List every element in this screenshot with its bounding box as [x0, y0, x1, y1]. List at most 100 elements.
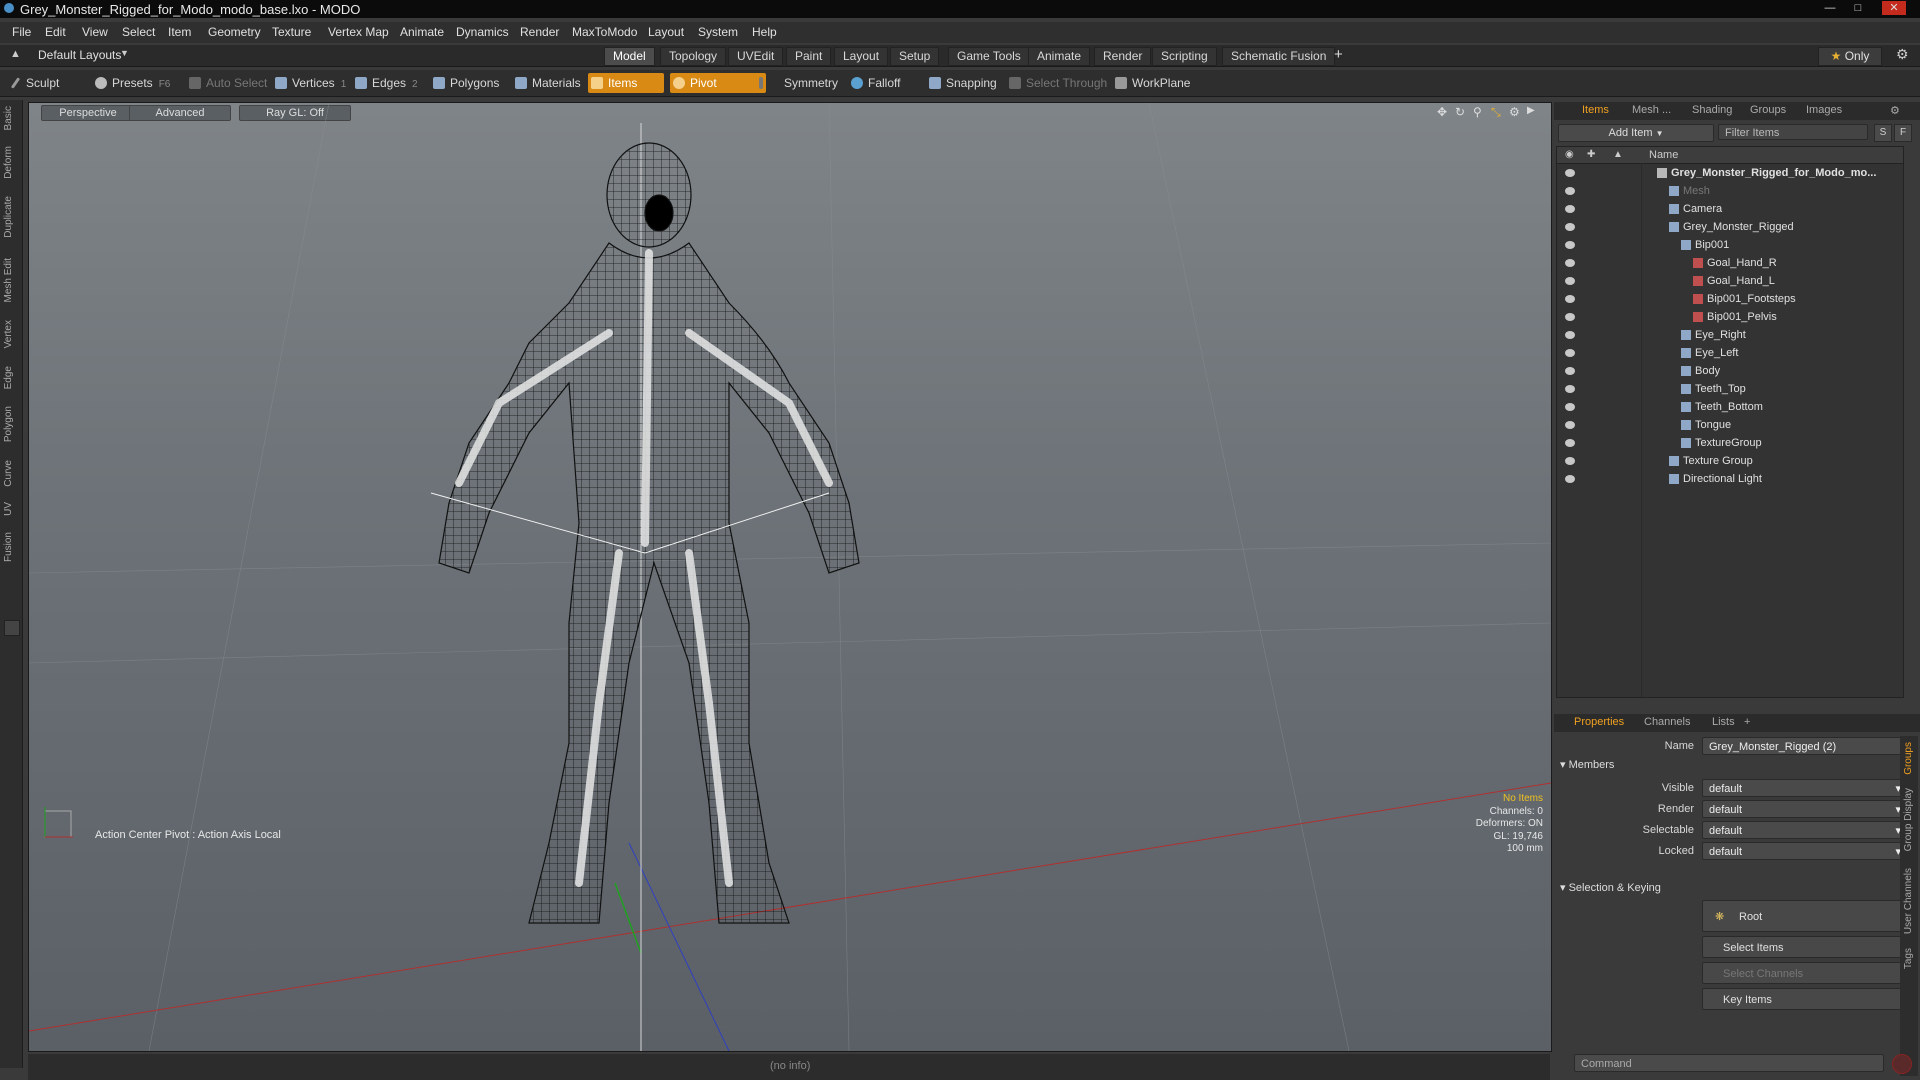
items-button[interactable]: Items: [588, 73, 664, 93]
panel-toggle-button[interactable]: [4, 620, 20, 636]
tab-vertex[interactable]: Vertex: [3, 320, 14, 348]
tab-properties[interactable]: Properties: [1574, 716, 1624, 728]
tab-polygon[interactable]: Polygon: [3, 406, 14, 442]
eye-icon[interactable]: [1565, 403, 1575, 411]
sculpt-button[interactable]: Sculpt: [6, 73, 106, 93]
tab-mesh[interactable]: Mesh ...: [1632, 104, 1671, 116]
tab-animate[interactable]: Animate: [1028, 47, 1091, 66]
tab-uv[interactable]: UV: [3, 502, 14, 516]
tab-curve[interactable]: Curve: [3, 460, 14, 487]
tab-duplicate[interactable]: Duplicate: [3, 196, 14, 238]
tab-basic[interactable]: Basic: [3, 106, 14, 130]
eye-icon[interactable]: [1565, 313, 1575, 321]
tab-items[interactable]: Items: [1582, 104, 1609, 116]
tab-tags[interactable]: Tags: [1903, 948, 1914, 969]
select-channels-button[interactable]: Select Channels: [1702, 962, 1908, 984]
name-column-header[interactable]: Name: [1649, 149, 1678, 161]
tab-game-tools[interactable]: Game Tools: [948, 47, 1030, 66]
menu-help[interactable]: Help: [752, 25, 777, 39]
falloff-button[interactable]: Falloff: [848, 73, 938, 93]
tab-uvedit[interactable]: UVEdit: [728, 47, 784, 66]
panel-gear-icon[interactable]: ⚙: [1890, 104, 1900, 117]
record-icon[interactable]: [1892, 1054, 1912, 1074]
member-dropdown[interactable]: default ▾: [1702, 800, 1908, 818]
tree-row[interactable]: TextureGroup: [1557, 435, 1903, 453]
members-header[interactable]: ▾ Members: [1560, 758, 1614, 771]
tab-group-display[interactable]: Group Display: [1903, 788, 1914, 851]
command-input[interactable]: Command: [1574, 1054, 1884, 1072]
eye-icon[interactable]: [1565, 241, 1575, 249]
minimize-button[interactable]: —: [1818, 1, 1842, 15]
tab-shading[interactable]: Shading: [1692, 104, 1732, 116]
eye-icon[interactable]: [1565, 259, 1575, 267]
tree-row[interactable]: Goal_Hand_L: [1557, 273, 1903, 291]
gear-icon[interactable]: ⚙: [1896, 46, 1909, 63]
tree-row[interactable]: Goal_Hand_R: [1557, 255, 1903, 273]
eye-icon[interactable]: [1565, 187, 1575, 195]
tree-row[interactable]: Eye_Left: [1557, 345, 1903, 363]
menu-item[interactable]: Item: [168, 25, 191, 39]
tab-render[interactable]: Render: [1094, 47, 1152, 66]
eye-icon[interactable]: [1565, 331, 1575, 339]
menu-animate[interactable]: Animate: [400, 25, 444, 39]
symmetry-button[interactable]: Symmetry: [754, 73, 854, 93]
eye-icon[interactable]: [1565, 277, 1575, 285]
menu-render[interactable]: Render: [520, 25, 559, 39]
select-items-button[interactable]: Select Items: [1702, 936, 1908, 958]
menu-dynamics[interactable]: Dynamics: [456, 25, 509, 39]
key-items-button[interactable]: Key Items: [1702, 988, 1908, 1010]
eye-icon[interactable]: [1565, 457, 1575, 465]
tab-scripting[interactable]: Scripting: [1152, 47, 1217, 66]
tab-layout[interactable]: Layout: [834, 47, 889, 66]
eye-icon[interactable]: [1565, 475, 1575, 483]
menu-file[interactable]: File: [12, 25, 31, 39]
tree-row[interactable]: Tongue: [1557, 417, 1903, 435]
menu-system[interactable]: System: [698, 25, 738, 39]
only-toggle[interactable]: ★ Only: [1818, 47, 1882, 66]
tab-topology[interactable]: Topology: [660, 47, 727, 66]
tab-groups[interactable]: Groups: [1750, 104, 1786, 116]
tab-groups-side[interactable]: Groups: [1903, 742, 1914, 775]
add-tab-icon[interactable]: +: [1744, 716, 1750, 728]
tab-fusion[interactable]: Fusion: [3, 532, 14, 562]
tree-row[interactable]: Teeth_Top: [1557, 381, 1903, 399]
filter-items-input[interactable]: Filter Items: [1718, 124, 1868, 140]
menu-texture[interactable]: Texture: [272, 25, 311, 39]
tab-setup[interactable]: Setup: [890, 47, 940, 66]
tree-row[interactable]: Grey_Monster_Rigged_for_Modo_mo...: [1557, 165, 1903, 183]
polygons-button[interactable]: Polygons: [430, 73, 520, 93]
auto-select-button[interactable]: Auto Select: [186, 73, 286, 93]
eye-icon[interactable]: [1565, 367, 1575, 375]
tab-schematic-fusion[interactable]: Schematic Fusion: [1222, 47, 1336, 66]
eye-icon[interactable]: [1565, 439, 1575, 447]
tree-row[interactable]: Camera: [1557, 201, 1903, 219]
tree-row[interactable]: Teeth_Bottom: [1557, 399, 1903, 417]
workplane-button[interactable]: WorkPlane: [1112, 73, 1216, 93]
select-through-button[interactable]: Select Through: [1006, 73, 1126, 93]
tab-edge[interactable]: Edge: [3, 366, 14, 389]
menu-maxtomodo[interactable]: MaxToModo: [572, 25, 637, 39]
close-button[interactable]: ✕: [1882, 1, 1906, 15]
eye-icon[interactable]: [1565, 205, 1575, 213]
tree-row[interactable]: Directional Light: [1557, 471, 1903, 489]
add-item-dropdown[interactable]: Add Item ▼: [1558, 124, 1714, 142]
tab-lists[interactable]: Lists: [1712, 716, 1735, 728]
member-dropdown[interactable]: default ▾: [1702, 779, 1908, 797]
root-button[interactable]: ❋ Root: [1702, 900, 1908, 932]
tree-row[interactable]: Texture Group: [1557, 453, 1903, 471]
presets-button[interactable]: Presets F6: [92, 73, 192, 93]
snapping-button[interactable]: Snapping: [926, 73, 1018, 93]
menu-select[interactable]: Select: [122, 25, 155, 39]
tab-paint[interactable]: Paint: [786, 47, 832, 66]
eye-icon[interactable]: [1565, 385, 1575, 393]
pivot-button[interactable]: Pivot: [670, 73, 766, 93]
tree-row[interactable]: Bip001: [1557, 237, 1903, 255]
tree-row[interactable]: Body: [1557, 363, 1903, 381]
menu-edit[interactable]: Edit: [45, 25, 66, 39]
selection-keying-header[interactable]: ▾ Selection & Keying: [1560, 881, 1661, 894]
menu-geometry[interactable]: Geometry: [208, 25, 261, 39]
add-tab-icon[interactable]: +: [1334, 46, 1343, 63]
menu-view[interactable]: View: [82, 25, 108, 39]
f-button[interactable]: F: [1894, 124, 1912, 142]
tree-row[interactable]: Eye_Right: [1557, 327, 1903, 345]
